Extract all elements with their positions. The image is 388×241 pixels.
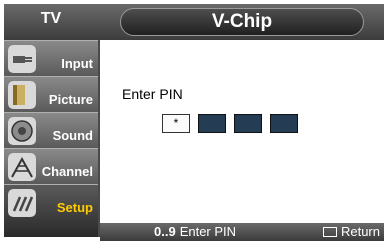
input-plug-icon [8, 45, 36, 73]
bottom-hint-bar: 0..9 Enter PIN Return [100, 223, 384, 241]
sidebar-item-label: Input [61, 56, 93, 71]
sidebar-item-setup[interactable]: Setup [4, 184, 98, 237]
pin-digit-1[interactable]: * [162, 114, 190, 133]
top-bar: TV V-Chip [4, 4, 384, 40]
sidebar-item-label: Setup [56, 200, 93, 215]
pin-digit-4[interactable] [270, 114, 298, 133]
menu-title: V-Chip [120, 8, 364, 36]
speaker-icon [8, 117, 36, 145]
source-label: TV [40, 10, 62, 27]
sidebar-item-label: Channel [41, 164, 93, 179]
pin-digit-3[interactable] [234, 114, 262, 133]
picture-icon [8, 81, 36, 109]
antenna-icon [8, 153, 36, 181]
sidebar-item-picture[interactable]: Picture [4, 76, 98, 112]
sidebar-item-input[interactable]: Input [4, 40, 98, 76]
sidebar-item-sound[interactable]: Sound [4, 112, 98, 148]
sidebar-item-channel[interactable]: Channel [4, 148, 98, 184]
pin-prompt: Enter PIN [122, 86, 183, 102]
enter-pin-hint: 0..9 Enter PIN [154, 224, 236, 239]
sidebar-item-label: Picture [48, 92, 93, 107]
tv-osd-frame: TV V-Chip Input Picture Sound Channel Se… [4, 4, 384, 241]
sidebar: Input Picture Sound Channel Setup [4, 40, 98, 237]
return-label: Return [340, 224, 380, 239]
number-keys-hint: 0..9 [154, 224, 176, 239]
pin-digit-2[interactable] [198, 114, 226, 133]
main-panel: Enter PIN * [100, 40, 384, 223]
setup-icon [8, 189, 36, 217]
return-icon [322, 226, 337, 237]
enter-pin-hint-label: Enter PIN [179, 224, 237, 239]
sidebar-item-label: Sound [52, 128, 93, 143]
return-hint[interactable]: Return [322, 224, 380, 239]
